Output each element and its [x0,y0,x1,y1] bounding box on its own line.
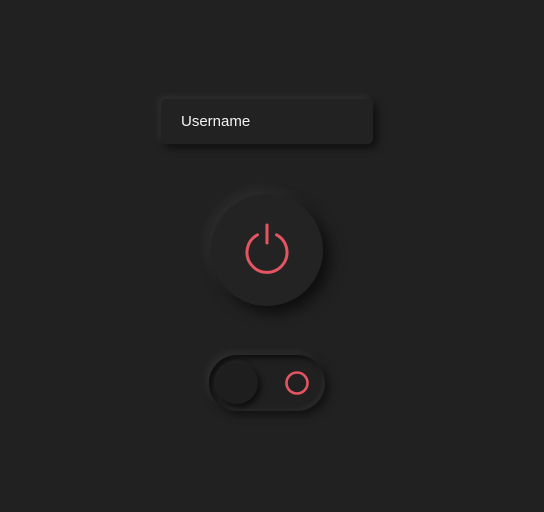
username-input[interactable] [161,99,373,144]
power-button[interactable] [211,194,323,306]
ring-icon [285,371,309,395]
power-icon [239,222,295,278]
username-field-container [161,99,373,144]
toggle-switch[interactable] [209,355,325,411]
toggle-knob[interactable] [216,362,258,404]
